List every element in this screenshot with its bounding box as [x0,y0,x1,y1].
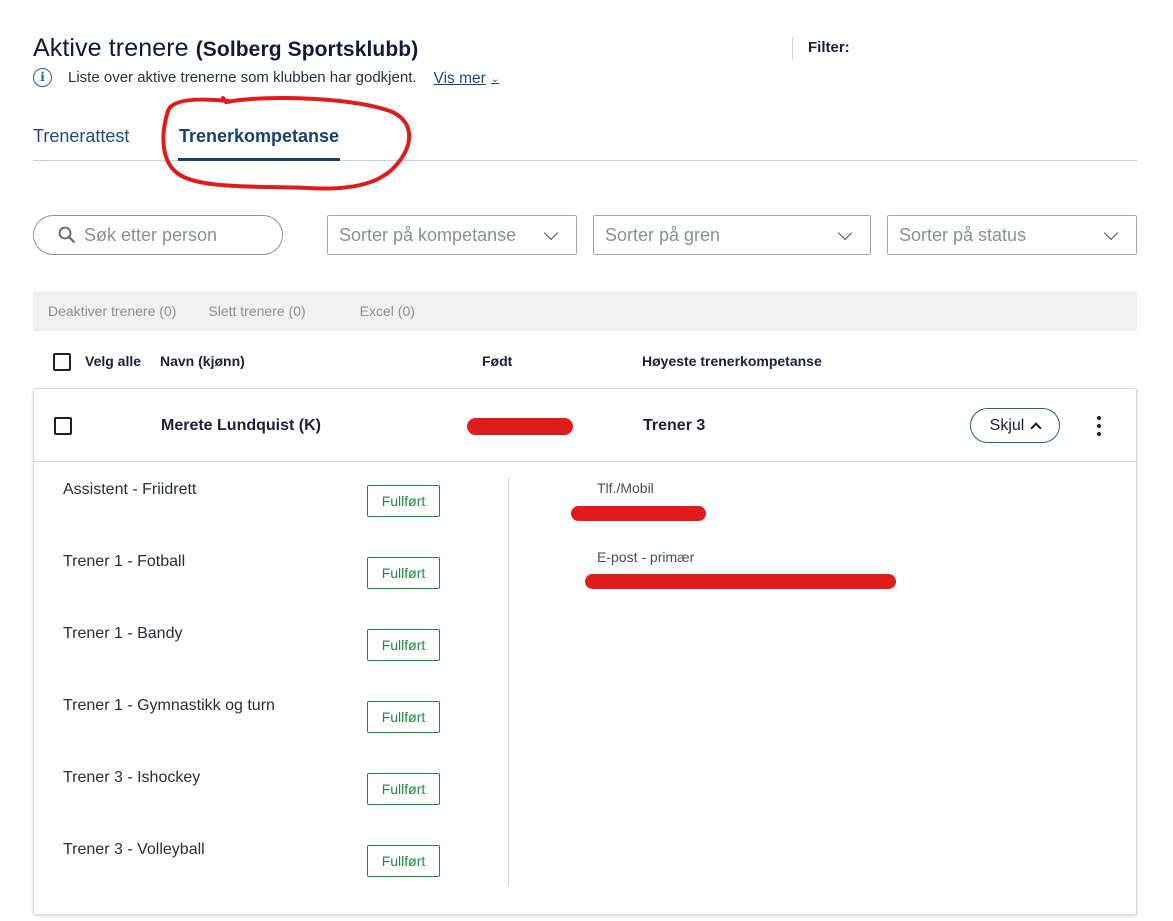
redacted-phone [571,506,706,521]
search-input[interactable]: Søk etter person [33,215,283,255]
phone-label: Tlf./Mobil [597,480,654,496]
chevron-down-icon: ⌄ [490,73,500,85]
status-badge: Fullført [367,485,440,517]
info-icon: i [33,67,52,87]
column-header-hoyeste: Høyeste trenerkompetanse [642,353,822,369]
status-badge: Fullført [367,557,440,589]
redacted-email [585,574,896,589]
vis-mer-link[interactable]: Vis mer ⌄ [434,70,500,88]
select-all-checkbox[interactable] [53,353,71,371]
chevron-down-icon [837,225,853,240]
sort-kompetanse-select[interactable]: Sorter på kompetanse [327,215,577,255]
table-header: Velg alle Navn (kjønn) Født Høyeste tren… [33,352,1137,372]
vis-mer-label: Vis mer [433,70,486,87]
coach-highest-level: Trener 3 [643,417,706,434]
page-header: Aktive trenere (Solberg Sportsklubb) [33,34,418,63]
status-badge: Fullført [367,701,440,733]
list-item: Trener 1 - Gymnastikk og turn Fullført [63,678,483,733]
page-title-text: Aktive trenere [33,34,189,62]
list-item: Assistent - Friidrett Fullført [63,462,483,517]
sort-gren-select[interactable]: Sorter på gren [593,215,871,255]
competence-label: Trener 3 - Ishockey [63,769,201,786]
list-item: Trener 1 - Bandy Fullført [63,606,483,661]
chevron-up-icon [1030,421,1043,434]
more-options-icon[interactable] [1093,416,1105,436]
coach-row: Merete Lundquist (K) Trener 3 Skjul [34,389,1136,462]
club-name: (Solberg Sportsklubb) [195,38,419,61]
filter-controls: Søk etter person Sorter på kompetanse So… [33,215,1137,255]
coach-name: Merete Lundquist (K) [161,417,321,434]
tab-bar: Trenerattest Trenerkompetanse [33,126,1137,161]
chevron-down-icon [543,225,559,240]
tab-trenerkompetanse[interactable]: Trenerkompetanse [178,126,341,161]
search-placeholder: Søk etter person [84,224,218,245]
list-item: Trener 3 - Volleyball Fullført [63,822,483,877]
competence-label: Trener 1 - Gymnastikk og turn [63,697,275,714]
list-item: Trener 3 - Ishockey Fullført [63,750,483,805]
status-badge: Fullført [367,629,440,661]
chevron-down-icon [1103,225,1119,240]
tab-trenerattest[interactable]: Trenerattest [33,126,129,161]
coach-checkbox[interactable] [54,417,72,435]
status-badge: Fullført [367,773,440,805]
sort-kompetanse-placeholder: Sorter på kompetanse [339,224,517,245]
info-row: i Liste over aktive trenerne som klubben… [33,66,499,88]
email-label: E-post - primær [597,549,695,565]
list-item: Trener 1 - Fotball Fullført [63,534,483,589]
filter-label: Filter: [792,37,850,60]
deaktiver-trenere-button[interactable]: Deaktiver trenere (0) [48,303,176,319]
status-badge: Fullført [367,845,440,877]
competence-label: Assistent - Friidrett [63,481,197,498]
sort-gren-placeholder: Sorter på gren [605,224,721,245]
skjul-button[interactable]: Skjul [970,408,1060,443]
competence-label: Trener 3 - Volleyball [63,841,205,858]
info-text: Liste over aktive trenerne som klubben h… [68,68,417,86]
column-header-fodt: Født [482,353,513,369]
skjul-label: Skjul [989,416,1025,434]
competence-label: Trener 1 - Fotball [63,553,186,570]
coach-card: Merete Lundquist (K) Trener 3 Skjul Assi… [33,388,1137,915]
bulk-action-bar: Deaktiver trenere (0) Slett trenere (0) … [33,291,1137,331]
sort-status-select[interactable]: Sorter på status [887,215,1137,255]
competence-label: Trener 1 - Bandy [63,625,183,642]
page-title: Aktive trenere (Solberg Sportsklubb) [33,34,418,62]
select-all-label: Velg alle [85,353,142,369]
sort-status-placeholder: Sorter på status [899,224,1027,245]
search-icon [58,226,76,244]
excel-button[interactable]: Excel (0) [360,303,415,319]
column-header-navn: Navn (kjønn) [160,353,245,369]
vertical-divider [508,478,509,886]
slett-trenere-button[interactable]: Slett trenere (0) [208,303,305,319]
redacted-birthdate [467,418,573,435]
